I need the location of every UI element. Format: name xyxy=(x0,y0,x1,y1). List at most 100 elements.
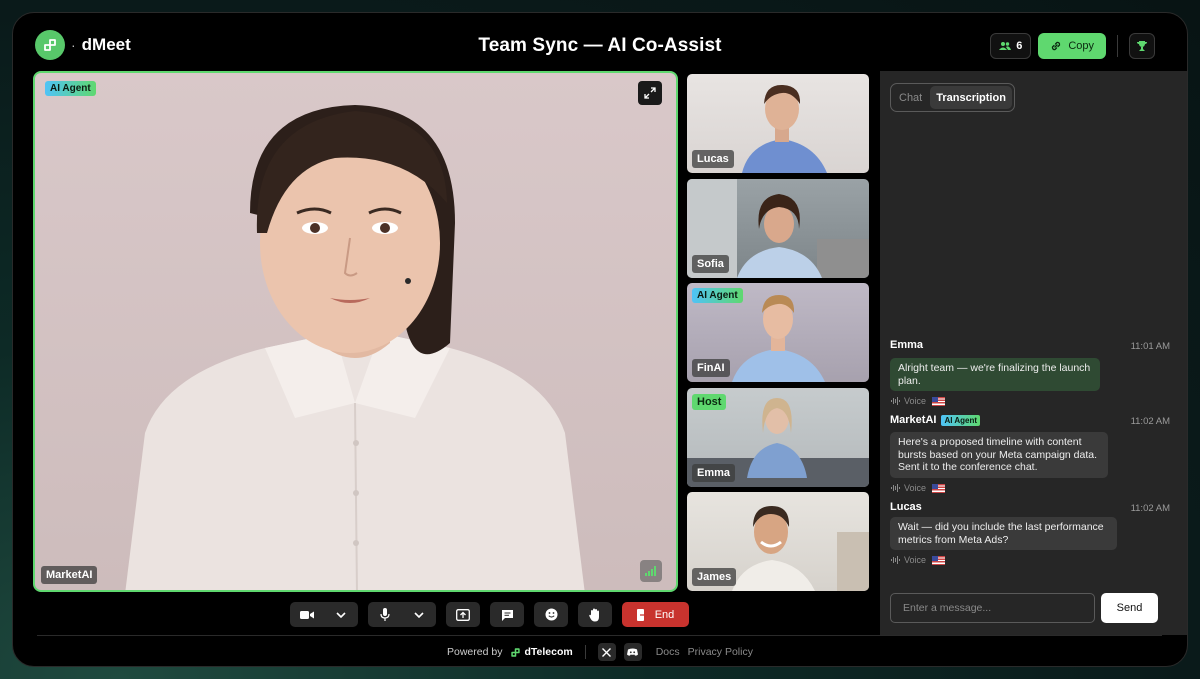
message-line: bursts based on your Meta campaign data. xyxy=(898,448,1098,461)
participant-name-tag: Lucas xyxy=(692,150,734,168)
participant-name-tag: Sofia xyxy=(692,255,729,273)
participant-name-tag: James xyxy=(692,568,737,586)
author-name: MarketAI xyxy=(890,414,937,426)
discord-logo-icon xyxy=(627,648,639,656)
message-line: plan. xyxy=(898,374,921,387)
chevron-down-icon xyxy=(414,611,424,618)
screen-share-button[interactable] xyxy=(446,602,480,627)
call-controls: End xyxy=(290,602,689,627)
app-window: · dMeet Team Sync — AI Co-Assist 6 Copy xyxy=(12,12,1188,667)
link-icon xyxy=(1052,41,1061,51)
message-line: Wait — did you include the last performa… xyxy=(898,521,1104,533)
message-line: metrics from Meta Ads? xyxy=(898,533,1009,546)
message-author: MarketAI AI Agent xyxy=(890,414,981,426)
ai-agent-badge: AI Agent xyxy=(692,288,743,303)
company-name: dTelecom xyxy=(524,646,573,658)
participant-count: 6 xyxy=(1016,40,1023,52)
camera-control-group xyxy=(290,602,358,627)
chat-button[interactable] xyxy=(490,602,524,627)
source-label: Voice xyxy=(904,483,927,493)
screen-share-icon xyxy=(456,608,470,621)
emoji-button[interactable] xyxy=(534,602,568,627)
participants-button[interactable]: 6 xyxy=(990,33,1032,59)
trophy-button[interactable] xyxy=(1129,33,1155,59)
ai-agent-badge: AI Agent xyxy=(45,81,96,96)
message-time: 11:02 AM xyxy=(1130,416,1170,427)
message-time: 11:01 AM xyxy=(1130,341,1170,352)
footer-separator xyxy=(584,645,586,659)
side-panel: Chat Transcription Emma 11:01 AM Alright… xyxy=(880,71,1187,635)
copy-link-button[interactable]: Copy xyxy=(1038,33,1106,59)
tab-chat[interactable]: Chat xyxy=(893,86,928,109)
expand-icon xyxy=(644,87,656,99)
participant-tile-lucas[interactable]: Lucas xyxy=(687,74,869,173)
docs-link[interactable]: Docs xyxy=(656,646,680,658)
camera-button[interactable] xyxy=(290,602,324,627)
footer-divider xyxy=(37,635,1162,636)
mic-control-group xyxy=(368,602,436,627)
panel-tabs: Chat Transcription xyxy=(890,83,1015,112)
video-camera-icon xyxy=(300,610,314,619)
message-line: Alright team — we're finalizing the laun… xyxy=(898,362,1091,374)
end-label: End xyxy=(654,608,675,621)
message-line: Here's a proposed timeline with content xyxy=(898,436,1082,448)
hand-icon xyxy=(589,608,599,621)
dtelecom-logo-icon xyxy=(511,647,521,657)
us-flag-icon xyxy=(932,555,946,565)
discord-social-link[interactable] xyxy=(623,643,642,661)
message-author: Lucas xyxy=(890,501,922,513)
copy-label: Copy xyxy=(1068,40,1094,52)
participant-name-tag: MarketAI xyxy=(41,566,98,584)
source-label: Voice xyxy=(904,555,927,565)
smiley-icon xyxy=(545,608,557,621)
voice-icon xyxy=(891,397,900,405)
tab-transcription[interactable]: Transcription xyxy=(930,86,1012,109)
microphone-button[interactable] xyxy=(368,602,402,627)
participant-name-tag: FinAI xyxy=(692,359,730,377)
message-line: Sent it to the conference chat. xyxy=(898,461,1038,473)
camera-options-button[interactable] xyxy=(324,602,358,627)
message-source: Voice xyxy=(891,396,946,406)
x-logo-icon xyxy=(602,647,612,657)
powered-by-label: Powered by xyxy=(447,646,503,658)
x-social-link[interactable] xyxy=(597,643,616,661)
participant-tile-emma[interactable]: Host Emma xyxy=(687,388,869,487)
participant-video-marketai xyxy=(125,105,585,590)
message-bubble: Here's a proposed timeline with content … xyxy=(890,432,1108,478)
voice-icon xyxy=(891,484,900,492)
chevron-down-icon xyxy=(336,611,346,618)
message-source: Voice xyxy=(891,555,946,565)
message-author: Emma xyxy=(890,339,923,351)
signal-icon xyxy=(645,566,656,576)
message-time: 11:02 AM xyxy=(1130,503,1170,514)
message-bubble: Wait — did you include the last performa… xyxy=(890,517,1117,550)
raise-hand-button[interactable] xyxy=(578,602,612,627)
signal-strength-indicator xyxy=(640,560,662,582)
users-icon xyxy=(999,42,1012,50)
header-divider xyxy=(1117,35,1118,57)
participant-tile-sofia[interactable]: Sofia xyxy=(687,179,869,278)
send-button[interactable]: Send xyxy=(1101,593,1158,623)
trophy-icon xyxy=(1137,41,1147,51)
end-call-button[interactable]: End xyxy=(622,602,689,627)
participant-tile-finai[interactable]: AI Agent FinAI xyxy=(687,283,869,382)
participant-name-tag: Emma xyxy=(692,464,736,482)
message-input[interactable] xyxy=(890,593,1095,623)
main-video-tile[interactable]: AI Agent MarketAI xyxy=(33,71,678,592)
us-flag-icon xyxy=(932,483,946,493)
participant-tile-james[interactable]: James xyxy=(687,492,869,591)
voice-icon xyxy=(891,556,900,564)
microphone-icon xyxy=(380,608,390,621)
author-name: Emma xyxy=(890,339,924,351)
host-badge: Host xyxy=(692,394,727,410)
author-name: Lucas xyxy=(890,501,922,513)
us-flag-icon xyxy=(932,396,946,406)
source-label: Voice xyxy=(904,396,927,406)
dtelecom-link[interactable]: dTelecom xyxy=(510,646,573,658)
ai-agent-badge: AI Agent xyxy=(941,414,981,426)
microphone-options-button[interactable] xyxy=(402,602,436,627)
expand-button[interactable] xyxy=(638,81,662,105)
footer: Powered by dTelecom Docs Privacy Policy xyxy=(13,643,1187,661)
message-source: Voice xyxy=(891,483,946,493)
privacy-policy-link[interactable]: Privacy Policy xyxy=(688,646,753,658)
